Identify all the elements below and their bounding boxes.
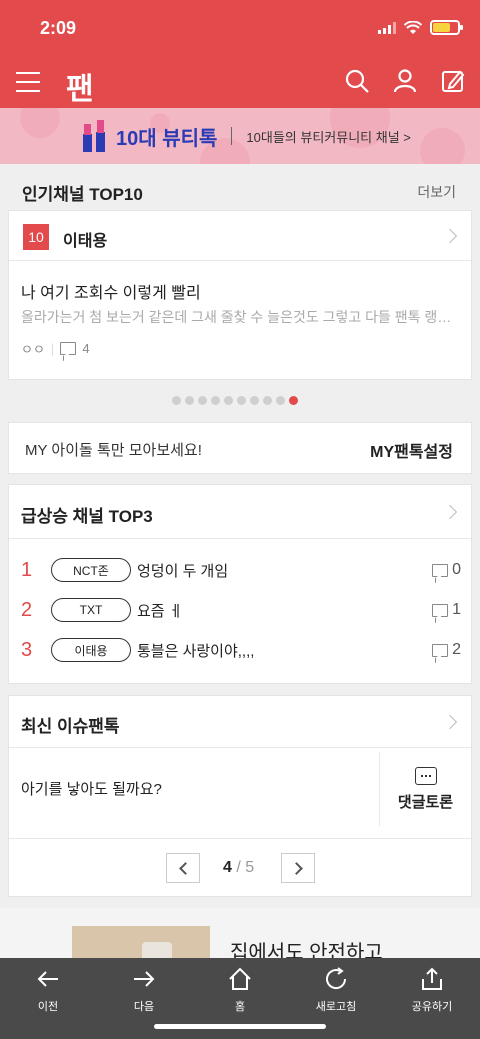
rising-item[interactable]: 3 이태용 통블은 사랑이야,,,, 2 — [21, 635, 461, 665]
channel-tag[interactable]: NCT존 — [51, 558, 131, 582]
rising-item[interactable]: 1 NCT존 엉덩이 두 개임 0 — [21, 555, 461, 585]
menu-icon[interactable] — [16, 72, 40, 92]
my-idol-card[interactable]: MY 아이돌 톡만 모아보세요! MY팬톡설정 — [8, 422, 472, 474]
status-time: 2:09 — [40, 18, 77, 38]
carousel-dot[interactable] — [211, 396, 220, 405]
beauty-banner[interactable]: 10대 뷰티톡 10대들의 뷰티커뮤니티 채널 > — [0, 108, 480, 164]
battery-icon — [430, 20, 463, 35]
chevron-right-icon — [442, 714, 458, 730]
refresh-icon — [326, 967, 347, 990]
carousel-dot[interactable] — [185, 396, 194, 405]
carousel-dots — [172, 396, 298, 405]
comment-count: 2 — [452, 641, 461, 658]
section-title: 최신 이슈팬톡 — [21, 717, 120, 736]
comment-debate-button[interactable]: 댓글토론 — [379, 752, 471, 826]
nav-label: 공유하기 — [411, 1001, 453, 1013]
search-icon[interactable] — [344, 68, 370, 94]
section-title: 인기채널 TOP10 — [22, 185, 143, 204]
nav-item-4[interactable]: 공유하기 — [384, 958, 480, 1039]
forward-arrow-icon — [134, 971, 155, 987]
carousel-dot[interactable] — [198, 396, 207, 405]
logo[interactable]: 팬 — [66, 64, 94, 108]
nav-item-0[interactable]: 이전 — [0, 958, 96, 1039]
user-icon[interactable] — [392, 68, 418, 94]
status-bar: 2:09 — [0, 0, 480, 58]
rank-badge: 10 — [23, 224, 49, 250]
comment-count: 0 — [452, 561, 461, 578]
channel-tag[interactable]: 이태용 — [51, 638, 131, 662]
comment-icon — [60, 342, 77, 355]
page-indicator: 4 / 5 — [223, 859, 255, 876]
chevron-right-icon — [442, 504, 458, 520]
carousel-dot[interactable] — [263, 396, 272, 405]
comment-count-group: 2 — [432, 641, 461, 659]
wifi-icon — [404, 20, 422, 34]
post-meta: ㅇㅇ | 4 — [21, 341, 90, 357]
rank-number: 2 — [21, 598, 33, 621]
issue-card: 최신 이슈팬톡 아기를 낳아도 될까요? 댓글토론 4 / 5 — [8, 695, 472, 897]
nav-label: 다음 — [133, 1001, 155, 1013]
home-indicator — [154, 1024, 326, 1029]
popular-channel-card[interactable]: 10 이태용 나 여기 조회수 이렇게 빨리 올라가는거 첨 보는거 같은데 그… — [8, 210, 472, 380]
next-page-button[interactable] — [281, 853, 315, 883]
comment-count: 4 — [82, 341, 90, 356]
rising-item[interactable]: 2 TXT 요즘 ㅔ 1 — [21, 595, 461, 625]
popular-section-header: 인기채널 TOP10 더보기 — [0, 166, 480, 212]
app-header: 팬 — [0, 58, 480, 108]
carousel-dot[interactable] — [289, 396, 298, 405]
lipstick-icon — [83, 120, 105, 152]
more-link[interactable]: 더보기 — [417, 182, 456, 202]
issue-question[interactable]: 아기를 낳아도 될까요? — [21, 778, 162, 799]
carousel-dot[interactable] — [250, 396, 259, 405]
prev-page-button[interactable] — [166, 853, 200, 883]
post-title: 엉덩이 두 개임 — [137, 562, 229, 580]
nav-label: 새로고침 — [315, 1001, 357, 1013]
rising-header[interactable]: 급상승 채널 TOP3 — [9, 485, 471, 539]
section-title: 급상승 채널 TOP3 — [21, 507, 153, 526]
carousel-dot[interactable] — [276, 396, 285, 405]
rank-number: 1 — [21, 558, 33, 581]
banner-title: 10대 뷰티톡 — [116, 127, 218, 150]
chat-bubble-icon — [414, 766, 437, 785]
channel-row[interactable]: 10 이태용 — [9, 211, 471, 261]
my-idol-text: MY 아이돌 톡만 모아보세요! — [25, 442, 202, 459]
issue-header[interactable]: 최신 이슈팬톡 — [9, 696, 471, 748]
post-title: 통블은 사랑이야,,,, — [137, 642, 255, 660]
nav-label: 홈 — [234, 1001, 246, 1013]
reaction-text: ㅇㅇ — [21, 342, 45, 357]
channel-name: 이태용 — [63, 233, 108, 250]
chevron-right-icon — [442, 228, 458, 244]
comment-icon — [432, 643, 449, 657]
rising-channel-card: 급상승 채널 TOP3 1 NCT존 엉덩이 두 개임 0 2 TXT 요즘 ㅔ 1 3 이태용 통… — [8, 484, 472, 684]
banner-link[interactable]: 10대들의 뷰티커뮤니티 채널 > — [246, 127, 410, 146]
status-icons — [378, 20, 463, 35]
my-fantalk-settings-button[interactable]: MY팬톡설정 — [370, 438, 453, 462]
carousel-dot[interactable] — [224, 396, 233, 405]
home-icon — [229, 967, 251, 990]
nav-label: 이전 — [37, 1001, 59, 1013]
post-title[interactable]: 나 여기 조회수 이렇게 빨리 — [21, 279, 201, 303]
comment-icon — [432, 603, 449, 617]
header-actions — [344, 68, 466, 94]
comment-count-group: 0 — [432, 561, 461, 579]
comment-count-group: 1 — [432, 601, 461, 619]
comment-icon — [432, 563, 449, 577]
signal-icon — [378, 21, 396, 34]
carousel-dot[interactable] — [237, 396, 246, 405]
comment-count: 1 — [452, 601, 461, 618]
back-arrow-icon — [37, 971, 58, 987]
post-preview: 올라가는거 첨 보는거 같은데 그새 줄찾 수 늘은것도 그렇고 다들 팬톡 랭… — [21, 309, 461, 325]
post-title: 요즘 ㅔ — [137, 602, 183, 620]
debate-label: 댓글토론 — [397, 793, 454, 811]
write-icon[interactable] — [440, 68, 466, 94]
share-icon — [422, 967, 442, 990]
issue-pager: 4 / 5 — [9, 838, 471, 896]
channel-tag[interactable]: TXT — [51, 598, 131, 622]
carousel-dot[interactable] — [172, 396, 181, 405]
rank-number: 3 — [21, 638, 33, 661]
